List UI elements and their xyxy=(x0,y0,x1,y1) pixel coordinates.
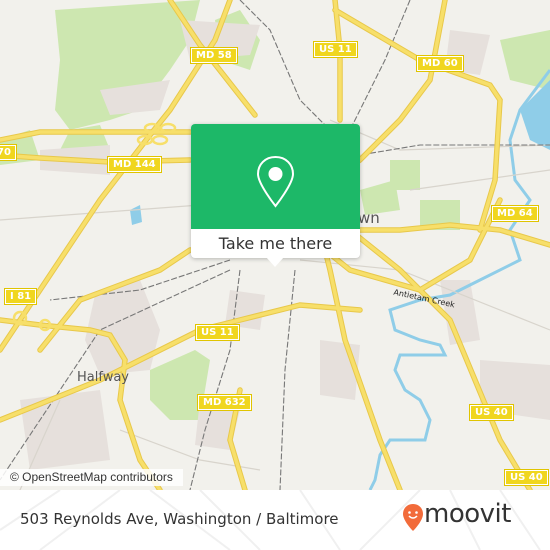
road-shield-md64: MD 64 xyxy=(491,205,539,222)
road-shield-md632: MD 632 xyxy=(197,394,252,411)
moovit-pin-icon xyxy=(403,504,423,531)
address-label: 503 Reynolds Ave, Washington / Baltimore xyxy=(20,510,339,528)
take-me-there-button[interactable]: Take me there xyxy=(191,229,360,258)
pond xyxy=(130,205,142,225)
place-label-halfway: Halfway xyxy=(77,370,129,385)
road-shield-us40-se: US 40 xyxy=(504,469,549,486)
map-pin-icon xyxy=(256,155,295,208)
road-shield-i70: 70 xyxy=(0,144,17,161)
location-popup: Take me there xyxy=(191,124,360,267)
road-shield-us11: US 11 xyxy=(313,41,358,58)
road-shield-md144: MD 144 xyxy=(107,156,162,173)
road-shield-i81: I 81 xyxy=(3,288,38,305)
moovit-wordmark: moovit xyxy=(424,499,511,529)
road-shield-md60: MD 60 xyxy=(416,55,464,72)
road-shield-md58: MD 58 xyxy=(190,47,238,64)
place-label-town: wn xyxy=(358,209,380,227)
road-shield-us11-south: US 11 xyxy=(195,324,240,341)
map-view[interactable]: MD 58 US 11 MD 60 MD 144 70 MD 64 I 81 U… xyxy=(0,0,550,490)
map-attribution[interactable]: © OpenStreetMap contributors xyxy=(0,469,183,486)
popup-header xyxy=(191,124,360,229)
footer-bar: 503 Reynolds Ave, Washington / Baltimore… xyxy=(0,490,550,550)
popup-tail xyxy=(266,257,284,267)
road-shield-us40: US 40 xyxy=(469,404,514,421)
